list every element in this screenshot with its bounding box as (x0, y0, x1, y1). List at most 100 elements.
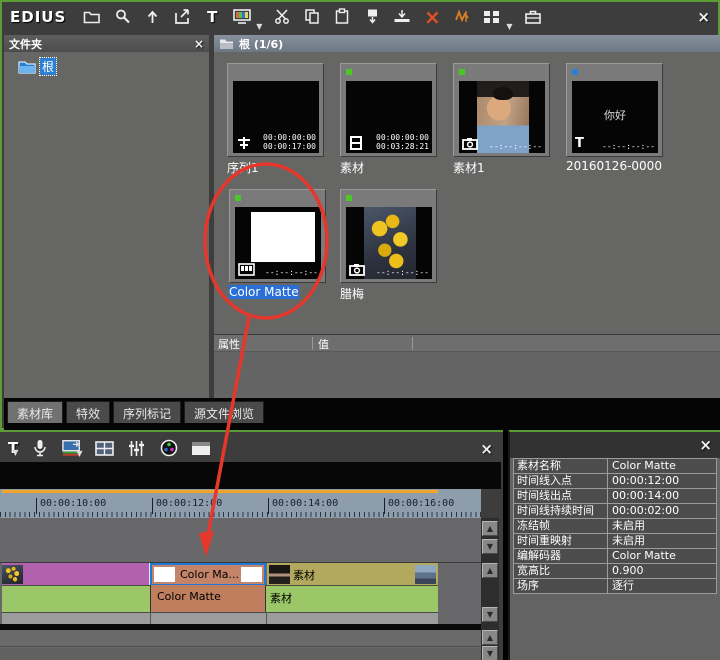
clip-label: Color Ma... (180, 568, 239, 581)
clip-sucai-audio[interactable]: 素材 (270, 590, 292, 606)
bin-tab-bar: 素材库 特效 序列标记 源文件浏览 (4, 398, 720, 430)
color-wheel-icon[interactable] (159, 438, 179, 458)
tab-material-library[interactable]: 素材库 (7, 401, 63, 423)
timeline-ruler[interactable]: 00:00:10:00 00:00:12:00 00:00:14:00 00:0… (0, 489, 481, 518)
delete-icon[interactable]: × (422, 7, 442, 27)
folder-panel-close-button[interactable]: × (194, 37, 204, 51)
colorbar-icon (238, 263, 255, 276)
cut-icon[interactable] (272, 7, 292, 27)
app-logo: EDIUS (10, 8, 66, 26)
up-export-icon[interactable] (142, 7, 162, 27)
bin-item-title-20160126[interactable]: 你好 T --:--:--:-- 20160126-0000 (566, 63, 663, 173)
folder-panel-title: 文件夹 (9, 36, 42, 52)
bin-item-label: 序列1 (227, 159, 324, 176)
status-dot-green (235, 195, 241, 201)
scroll-down-button[interactable]: ▼ (482, 646, 498, 660)
sequence-extent-bar (2, 490, 438, 493)
mixer-icon[interactable] (127, 438, 147, 458)
clip-sucai-video[interactable]: 素材 (267, 563, 438, 586)
clip-properties-window: × 素材名称Color Matte 时间线入点00:00:12:00 时间线出点… (508, 430, 720, 660)
bin-item-label: 20160126-0000 (566, 159, 663, 173)
table-row: 冻结帧未启用 (514, 519, 716, 534)
copy-icon[interactable] (302, 7, 322, 27)
empty-track-row (0, 630, 481, 647)
title-tool-caret[interactable]: ▼ (12, 448, 18, 457)
capture-icon[interactable] (172, 7, 192, 27)
add-to-timeline-icon[interactable] (392, 7, 412, 27)
open-folder-icon[interactable] (82, 7, 102, 27)
bin-item-label: 素材 (340, 159, 437, 176)
bin-item-sucai[interactable]: 00:00:00:0000:03:28:21 素材 (340, 63, 437, 176)
title-preview-text: 你好 (572, 107, 658, 123)
scroll-down-button[interactable]: ▼ (482, 607, 498, 622)
scroll-up-button[interactable]: ▲ (482, 521, 498, 536)
bin-item-sucai1[interactable]: --:--:--:-- 素材1 (453, 63, 550, 176)
clip-properties-table: 素材名称Color Matte 时间线入点00:00:12:00 时间线出点00… (513, 458, 717, 594)
monitor-dropdown-caret[interactable]: ▼ (256, 22, 262, 31)
clip-properties-close-button[interactable]: × (699, 438, 712, 452)
audio-waveform-icon[interactable] (452, 7, 472, 27)
tree-item-root[interactable]: 根 (18, 58, 209, 75)
bin-item-sequence1[interactable]: 00:00:00:0000:00:17:00 序列1 (227, 63, 324, 176)
video-track-row: Color Ma... 素材 (0, 562, 481, 585)
bin-item-color-matte[interactable]: --:--:--:-- Color Matte (229, 189, 326, 299)
table-row: 场序逐行 (514, 579, 716, 594)
camera-icon (349, 263, 365, 276)
timeline-scrollbar: ▲ ▼ ▲ ▼ ▲ ▼ (481, 518, 499, 660)
clip-icon (349, 136, 363, 150)
paste-icon[interactable] (332, 7, 352, 27)
view-mode-caret[interactable]: ▼ (506, 22, 512, 31)
bin-item-lamei[interactable]: --:--:--:-- 腊梅 (340, 189, 437, 302)
property-column-name: 属性 (218, 336, 240, 352)
clip-color-matte-audio[interactable]: Color Matte (150, 585, 266, 612)
bin-window: EDIUS T ▼ × (0, 0, 720, 430)
status-dot-green (346, 69, 352, 75)
bin-item-label: 腊梅 (340, 285, 437, 302)
monitor-export-caret[interactable]: ▼ (76, 449, 82, 458)
status-dot-green (346, 195, 352, 201)
bin-item-label: 素材1 (453, 159, 550, 176)
clip-color-matte-video[interactable]: Color Ma... (150, 563, 266, 586)
title-icon[interactable]: T (202, 7, 222, 27)
scroll-up-button[interactable]: ▲ (482, 563, 498, 578)
toolbox-icon[interactable] (523, 7, 543, 27)
clip-thumbnail (2, 565, 23, 584)
audio-track-row: Color Matte 素材 (0, 585, 481, 612)
pin-overwrite-icon[interactable] (362, 7, 382, 27)
timeline-tracks: Color Ma... 素材 Color Matte 素材 (0, 518, 481, 660)
search-icon[interactable] (112, 7, 132, 27)
bin-property-strip: 属性 值 (214, 334, 720, 395)
property-column-value: 值 (318, 336, 329, 352)
bin-window-close-button[interactable]: × (697, 10, 710, 24)
bin-property-columns: 属性 值 (214, 335, 720, 352)
tree-item-root-label[interactable]: 根 (40, 58, 56, 75)
tab-source-browser[interactable]: 源文件浏览 (184, 401, 264, 423)
timeline-window: T ▼ ▼ × 00:00:10:00 00:00:12 (0, 430, 503, 660)
grid-icon[interactable] (95, 438, 115, 458)
monitor-colorbars-icon[interactable] (232, 7, 252, 27)
table-row: 时间线持续时间00:00:02:00 (514, 504, 716, 519)
bin-header: 根 (1/6) (214, 35, 720, 52)
clip-title-purple[interactable] (2, 563, 150, 586)
bin-item-label: Color Matte (229, 285, 326, 299)
clip-thumbnail (241, 567, 262, 582)
bin-body: 00:00:00:0000:00:17:00 序列1 00:00:00:00 (214, 52, 720, 398)
panel-icon[interactable] (191, 438, 211, 458)
empty-track-row (0, 648, 481, 660)
scroll-up-button[interactable]: ▲ (482, 630, 498, 645)
tab-sequence-markers[interactable]: 序列标记 (113, 401, 181, 423)
bin-panel: 根 (1/6) 00:00:00:0000:00:17:00 (214, 35, 720, 398)
clip-thumbnail (415, 565, 436, 584)
blue-folder-icon (18, 60, 36, 74)
timeline-close-button[interactable]: × (480, 442, 493, 456)
scroll-down-button[interactable]: ▼ (482, 539, 498, 554)
timeline-info-band (0, 462, 501, 489)
view-mode-icon[interactable] (482, 7, 502, 27)
table-row: 时间重映射未启用 (514, 534, 716, 549)
main-toolbar: EDIUS T ▼ × (2, 2, 718, 31)
tab-effects[interactable]: 特效 (66, 401, 110, 423)
status-dot-green (459, 69, 465, 75)
mixer-strip-row (0, 612, 481, 624)
microphone-icon[interactable] (30, 438, 50, 458)
table-row: 时间线入点00:00:12:00 (514, 474, 716, 489)
